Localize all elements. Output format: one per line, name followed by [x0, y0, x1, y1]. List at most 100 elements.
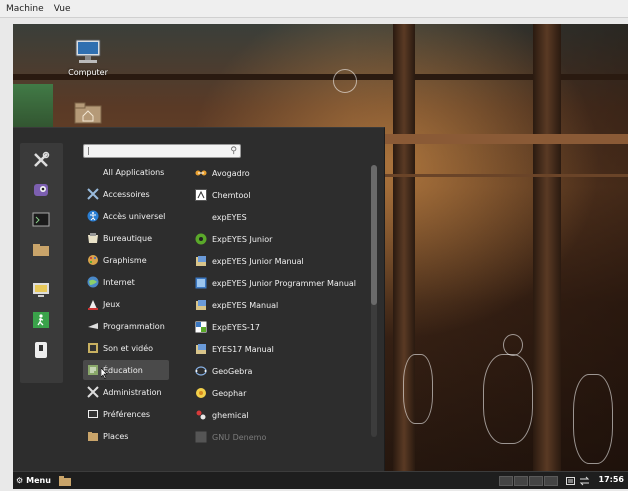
administration-icon — [87, 386, 99, 398]
ghemical-icon — [195, 409, 207, 421]
category-graphisme[interactable]: Graphisme — [83, 250, 169, 270]
app-label: expEYES Junior Programmer Manual — [212, 278, 357, 288]
workspace-3[interactable] — [529, 476, 543, 486]
app-expeyes-junior[interactable]: ExpEYES Junior — [195, 229, 272, 249]
application-menu: | ⚲ All Applications Accessoires Accès u… — [13, 127, 385, 472]
programmer-manual-icon — [195, 277, 207, 289]
category-label: Internet — [103, 277, 135, 287]
app-chemtool[interactable]: Chemtool — [195, 185, 251, 205]
search-icon[interactable]: ⚲ — [230, 145, 237, 157]
chemtool-icon — [195, 189, 207, 201]
category-internet[interactable]: Internet — [83, 272, 169, 292]
gear-icon: ⚙ — [16, 476, 24, 485]
home-folder-icon — [74, 102, 102, 124]
category-label: All Applications — [103, 167, 165, 177]
geophar-icon — [195, 387, 207, 399]
app-expeyes[interactable]: expEYES — [195, 207, 247, 227]
desktop-icon-computer[interactable]: Computer — [58, 38, 118, 77]
tools-icon[interactable] — [30, 150, 52, 170]
category-bureautique[interactable]: Bureautique — [83, 228, 169, 248]
folder-icon[interactable] — [30, 240, 52, 260]
wallpaper-sketch — [333, 69, 357, 93]
category-label: Éducation — [103, 365, 143, 375]
category-administration[interactable]: Administration — [83, 382, 169, 402]
app-expeyes-manual[interactable]: expEYES Manual — [195, 295, 278, 315]
logout-icon[interactable] — [30, 310, 52, 330]
mouse-cursor-icon — [101, 368, 108, 379]
app-label: Avogadro — [212, 168, 250, 178]
wallpaper-sketch — [573, 374, 613, 464]
app-avogadro[interactable]: Avogadro — [195, 163, 250, 183]
app-gnu-denemo[interactable]: GNU Denemo — [195, 427, 266, 447]
search-input[interactable]: | ⚲ — [83, 144, 241, 158]
category-education[interactable]: Éducation — [83, 360, 169, 380]
clock[interactable]: 17:56 — [599, 475, 624, 484]
app-label: GNU Denemo — [212, 432, 267, 442]
workspace-1[interactable] — [499, 476, 513, 486]
category-label: Graphisme — [103, 255, 147, 265]
workspace-4[interactable] — [544, 476, 558, 486]
blank-icon — [195, 211, 207, 223]
wallpaper-railing — [373, 134, 628, 144]
category-label: Accès universel — [103, 211, 166, 221]
app-list-scrollbar[interactable] — [371, 165, 377, 437]
wallpaper-sketch — [503, 334, 523, 356]
search-value: | — [87, 146, 90, 155]
computer-icon — [75, 39, 101, 63]
programming-icon — [87, 320, 99, 332]
app-label: EYES17 Manual — [212, 344, 274, 354]
shutdown-icon[interactable] — [30, 340, 52, 360]
category-jeux[interactable]: Jeux — [83, 294, 169, 314]
wallpaper-sketch — [483, 354, 533, 444]
avogadro-icon — [195, 167, 207, 179]
desktop-icon-home[interactable] — [58, 102, 118, 126]
view-menu[interactable]: Vue — [50, 4, 75, 14]
preferences-icon — [87, 408, 99, 420]
category-all-applications[interactable]: All Applications — [83, 162, 169, 182]
desktop: Computer | ⚲ All Applications Accessoire… — [13, 24, 628, 489]
app-label: ghemical — [212, 410, 249, 420]
lock-screen-icon[interactable] — [30, 280, 52, 300]
keyboard-icon[interactable] — [566, 477, 575, 485]
menu-button[interactable]: ⚙ Menu — [13, 476, 51, 485]
office-icon — [87, 232, 99, 244]
app-label: expEYES Manual — [212, 300, 279, 310]
network-icon[interactable] — [579, 476, 590, 486]
category-label: Places — [103, 431, 129, 441]
category-accessoires[interactable]: Accessoires — [83, 184, 169, 204]
app-expeyes-17[interactable]: ExpEYES-17 — [195, 317, 260, 337]
denemo-icon — [195, 431, 207, 443]
category-label: Préférences — [103, 409, 151, 419]
category-label: Jeux — [103, 299, 121, 309]
app-ghemical[interactable]: ghemical — [195, 405, 249, 425]
blank-icon — [87, 166, 99, 178]
terminal-icon[interactable] — [30, 210, 52, 230]
favorites-sidebar — [20, 143, 63, 383]
category-son-et-video[interactable]: Son et vidéo — [83, 338, 169, 358]
app-expeyes-junior-programmer-manual[interactable]: expEYES Junior Programmer Manual — [195, 273, 356, 293]
expeyes17-icon — [195, 321, 207, 333]
games-icon — [87, 298, 99, 310]
scrollbar-thumb[interactable] — [371, 165, 377, 305]
category-places[interactable]: Places — [83, 426, 169, 446]
app-eyes17-manual[interactable]: EYES17 Manual — [195, 339, 274, 359]
taskbar: ⚙ Menu 17:56 — [13, 471, 628, 489]
wallpaper-pillar — [533, 24, 561, 489]
internet-icon — [87, 276, 99, 288]
category-label: Administration — [103, 387, 162, 397]
geogebra-icon — [195, 365, 207, 377]
category-programmation[interactable]: Programmation — [83, 316, 169, 336]
category-acces-universel[interactable]: Accès universel — [83, 206, 169, 226]
category-label: Programmation — [103, 321, 165, 331]
app-geogebra[interactable]: GeoGebra — [195, 361, 252, 381]
eye-icon[interactable] — [30, 180, 52, 200]
accessories-icon — [87, 188, 99, 200]
app-expeyes-junior-manual[interactable]: expEYES Junior Manual — [195, 251, 304, 271]
folder-launcher-icon[interactable] — [58, 475, 71, 486]
machine-menu[interactable]: Machine — [2, 4, 48, 14]
workspace-2[interactable] — [514, 476, 528, 486]
manual-icon — [195, 255, 207, 267]
category-preferences[interactable]: Préférences — [83, 404, 169, 424]
app-geophar[interactable]: Geophar — [195, 383, 246, 403]
expeyes-junior-icon — [195, 233, 207, 245]
